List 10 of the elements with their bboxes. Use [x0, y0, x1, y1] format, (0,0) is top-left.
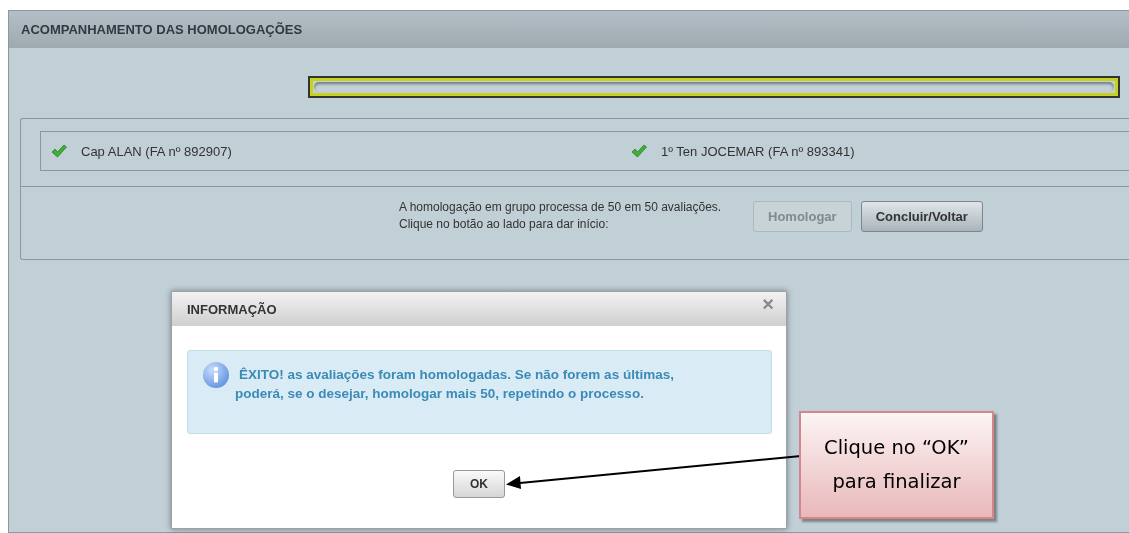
callout-text: Clique no “OK” para finalizar [823, 435, 970, 495]
info-icon [202, 361, 230, 389]
action-button[interactable]: Concluir/Voltar [860, 200, 983, 232]
alert-message: ÊXITO! as avaliações foram homologadas. Se não forem as últimas, poderá, se o desejar, homologar mais 50, repetindo o processo. [235, 366, 675, 403]
panel-title: ACOMPANHAMENTO DAS HOMOLOGAÇÕES [21, 22, 303, 37]
instructions-text: A homologação em grupo processa de 50 em 50 avaliações. Clique no botão ao lado para dar início: [399, 199, 723, 233]
dialog-title: INFORMAÇÃO [187, 301, 277, 317]
ok-button[interactable]: OK [453, 470, 505, 498]
evaluation-name: 1º Ten JOCEMAR (FA nº 893341) [661, 143, 855, 159]
evaluation-name: Cap ALAN (FA nº 892907) [81, 143, 232, 159]
